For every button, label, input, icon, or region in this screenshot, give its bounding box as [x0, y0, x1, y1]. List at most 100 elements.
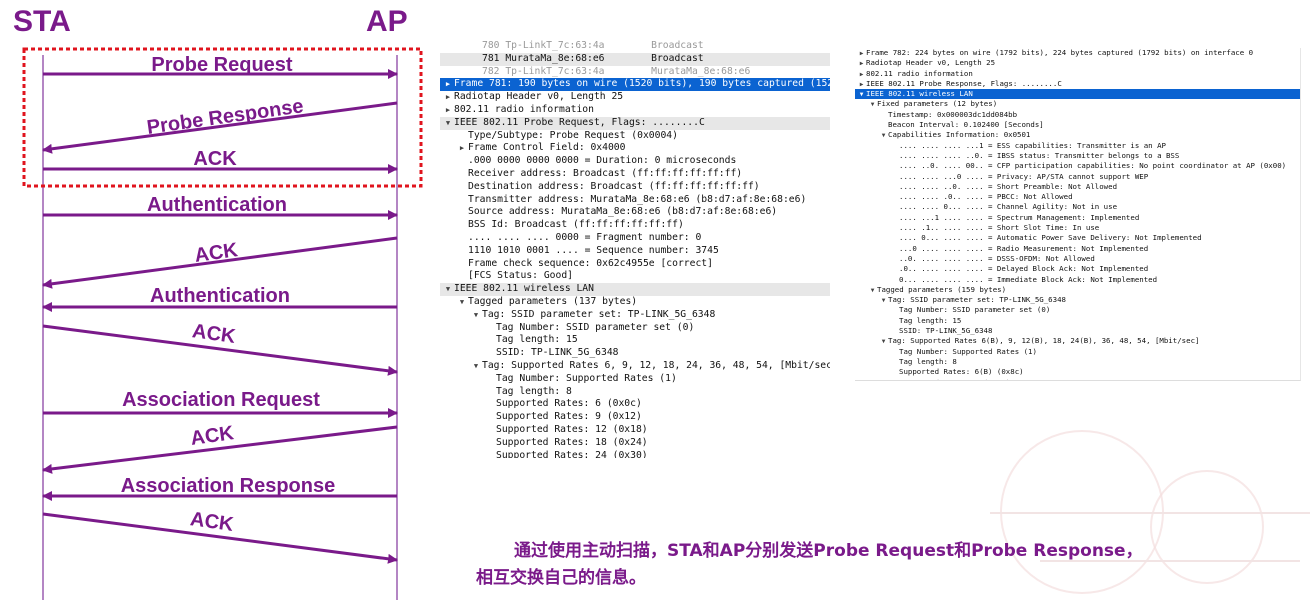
- expanded-arrow-icon[interactable]: ▼: [442, 283, 454, 296]
- tree-row[interactable]: Receiver address: Broadcast (ff:ff:ff:ff…: [440, 168, 830, 181]
- message-label: Association Request: [122, 389, 320, 411]
- message-label: ACK: [189, 422, 236, 450]
- tree-row[interactable]: Supported Rates: 9 (0x12): [440, 411, 830, 424]
- tree-row[interactable]: Type/Subtype: Probe Request (0x0004): [440, 130, 830, 143]
- tree-row[interactable]: 0... .... .... .... = Immediate Block Ac…: [855, 275, 1300, 285]
- tree-row[interactable]: .... .1.. .... .... = Short Slot Time: I…: [855, 223, 1300, 233]
- tree-row[interactable]: BSS Id: Broadcast (ff:ff:ff:ff:ff:ff): [440, 219, 830, 232]
- tree-row[interactable]: ▶ 802.11 radio information: [855, 69, 1300, 79]
- tree-row[interactable]: Transmitter address: MurataMa_8e:68:e6 (…: [440, 194, 830, 207]
- tree-row[interactable]: ▶ 802.11 radio information: [440, 104, 830, 117]
- tree-row-text: Supported Rates: 24 (0x30): [496, 449, 648, 459]
- tree-row[interactable]: Source address: MurataMa_8e:68:e6 (b8:d7…: [440, 206, 830, 219]
- tree-row[interactable]: Tag Number: Supported Rates (1): [440, 373, 830, 386]
- tree-row[interactable]: 782 Tp-LinkT_7c:63:4a MurataMa_8e:68:e6: [440, 66, 830, 79]
- tree-row[interactable]: .0.. .... .... .... = Delayed Block Ack:…: [855, 264, 1300, 274]
- tree-row[interactable]: ▼ IEEE 802.11 wireless LAN: [440, 283, 830, 296]
- tree-row[interactable]: ▼ Tagged parameters (137 bytes): [440, 296, 830, 309]
- tree-row[interactable]: Tag length: 15: [440, 334, 830, 347]
- ap-label: AP: [366, 5, 408, 38]
- tree-row[interactable]: SSID: TP-LINK_5G_6348: [440, 347, 830, 360]
- message-label: ACK: [191, 320, 238, 348]
- tree-row[interactable]: ▶ Frame 782: 224 bytes on wire (1792 bits…: [855, 48, 1300, 58]
- packet-details-probe-request[interactable]: 780 Tp-LinkT_7c:63:4a Broadcast 781 Murat…: [440, 40, 830, 458]
- tree-row[interactable]: Tag Number: Supported Rates (1): [855, 347, 1300, 357]
- tree-row[interactable]: Tag Number: SSID parameter set (0): [855, 305, 1300, 315]
- tree-row[interactable]: .... .... .... 0000 = Fragment number: 0: [440, 232, 830, 245]
- tree-row[interactable]: ▶ Radiotap Header v0, Length 25: [440, 91, 830, 104]
- caption-line-1: 通过使用主动扫描，STA和AP分别发送Probe Request和Probe R…: [514, 541, 1143, 561]
- tree-row[interactable]: ▼ Fixed parameters (12 bytes): [855, 99, 1300, 109]
- message-label: ACK: [193, 148, 237, 170]
- caption-line-2: 相互交换自己的信息。: [476, 568, 646, 588]
- tree-row[interactable]: ▶ Radiotap Header v0, Length 25: [855, 58, 1300, 68]
- tree-row[interactable]: Timestamp: 0x000003dc1dd084bb: [855, 110, 1300, 120]
- tree-row[interactable]: ▼ Tagged parameters (159 bytes): [855, 285, 1300, 295]
- tree-row[interactable]: .... .... .0.. .... = PBCC: Not Allowed: [855, 192, 1300, 202]
- tree-row[interactable]: Supported Rates: 6 (0x0c): [440, 398, 830, 411]
- tree-row[interactable]: ...0 .... .... .... = Radio Measurement:…: [855, 244, 1300, 254]
- collapsed-arrow-icon[interactable]: ▶: [456, 142, 468, 155]
- tree-row[interactable]: 780 Tp-LinkT_7c:63:4a Broadcast: [440, 40, 830, 53]
- packet-details-probe-response[interactable]: ▶ Frame 782: 224 bytes on wire (1792 bits…: [855, 48, 1301, 381]
- expanded-arrow-icon[interactable]: ▼: [470, 309, 482, 322]
- tree-row-text: 802.11 radio information: [454, 103, 594, 115]
- tree-row[interactable]: Tag length: 8: [855, 357, 1300, 367]
- tree-row-text: Supported Rates: 9 (0x12): [496, 411, 642, 423]
- tree-row[interactable]: Tag length: 8: [440, 386, 830, 399]
- tree-row[interactable]: ▼ Tag: Supported Rates 6, 9, 12, 18, 24, …: [440, 360, 830, 373]
- tree-row[interactable]: Destination address: Broadcast (ff:ff:ff…: [440, 181, 830, 194]
- tree-row-text: Supported Rates: 6(B) (0x8c): [899, 367, 1024, 377]
- tree-row-text: Tag Number: Supported Rates (1): [496, 372, 677, 384]
- tree-row-text: Type/Subtype: Probe Request (0x0004): [468, 129, 678, 141]
- tree-row[interactable]: ▶ IEEE 802.11 Probe Response, Flags: ....…: [855, 79, 1300, 89]
- tree-row[interactable]: Beacon Interval: 0.102400 [Seconds]: [855, 120, 1300, 130]
- caption-note: 通过使用主动扫描，STA和AP分别发送Probe Request和Probe R…: [476, 538, 1196, 592]
- tree-row[interactable]: 781 MurataMa_8e:68:e6 Broadcast: [440, 52, 830, 66]
- tree-row-text: ..0. .... .... .... = DSSS-OFDM: Not All…: [899, 253, 1095, 263]
- tree-row[interactable]: ▼ Tag: SSID parameter set: TP-LINK_5G_634…: [855, 295, 1300, 305]
- tree-row-text: .... .... ..0. .... = Short Preamble: No…: [899, 181, 1118, 191]
- tree-row[interactable]: ▼ Tag: SSID parameter set: TP-LINK_5G_634…: [440, 309, 830, 322]
- tree-row[interactable]: ▼ Tag: Supported Rates 6(B), 9, 12(B), 18…: [855, 336, 1300, 346]
- collapsed-arrow-icon[interactable]: ▶: [442, 104, 454, 117]
- message-label: ACK: [193, 239, 240, 267]
- tree-row[interactable]: Supported Rates: 6(B) (0x8c): [855, 367, 1300, 377]
- tree-row-text: Frame 782: 224 bytes on wire (1792 bits)…: [866, 48, 1254, 57]
- tree-row-text: .0.. .... .... .... = Delayed Block Ack:…: [899, 264, 1149, 274]
- tree-row[interactable]: .... .... ..0. .... = Short Preamble: No…: [855, 182, 1300, 192]
- tree-row[interactable]: [FCS Status: Good]: [440, 270, 830, 283]
- tree-row[interactable]: ▶ Frame Control Field: 0x4000: [440, 142, 830, 155]
- tree-row[interactable]: ▼ IEEE 802.11 Probe Request, Flags: .....…: [440, 116, 830, 130]
- tree-row[interactable]: Supported Rates: 12 (0x18): [440, 424, 830, 437]
- tree-row[interactable]: .... .... .... ..0. = IBSS status: Trans…: [855, 151, 1300, 161]
- tree-row[interactable]: .... ..0. .... 00.. = CFP participation …: [855, 161, 1300, 171]
- tree-row[interactable]: .... 0... .... .... = Automatic Power Sa…: [855, 233, 1300, 243]
- tree-row[interactable]: ▼ Capabilities Information: 0x0501: [855, 130, 1300, 140]
- collapsed-arrow-icon[interactable]: ▶: [442, 78, 454, 91]
- tree-row[interactable]: Tag Number: SSID parameter set (0): [440, 322, 830, 335]
- tree-row[interactable]: Supported Rates: 24 (0x30): [440, 450, 830, 459]
- expanded-arrow-icon[interactable]: ▼: [442, 117, 454, 130]
- tree-row[interactable]: .... ...1 .... .... = Spectrum Managemen…: [855, 213, 1300, 223]
- tree-row[interactable]: 1110 1010 0001 .... = Sequence number: 3…: [440, 245, 830, 258]
- tree-row-text: .... 0... .... .... = Automatic Power Sa…: [899, 233, 1202, 243]
- tree-row[interactable]: .... .... 0... .... = Channel Agility: N…: [855, 202, 1300, 212]
- tree-row-text: IEEE 802.11 Probe Response, Flags: .....…: [866, 78, 1062, 88]
- expanded-arrow-icon[interactable]: ▼: [456, 296, 468, 309]
- tree-row[interactable]: ▼ IEEE 802.11 wireless LAN: [855, 89, 1300, 100]
- tree-row[interactable]: Supported Rates: 18 (0x24): [440, 437, 830, 450]
- expanded-arrow-icon[interactable]: ▼: [470, 360, 482, 373]
- tree-row[interactable]: Frame check sequence: 0x62c4955e [correc…: [440, 258, 830, 271]
- tree-row[interactable]: .000 0000 0000 0000 = Duration: 0 micros…: [440, 155, 830, 168]
- tree-row[interactable]: Supported Rates: 9 (0x12): [855, 378, 1300, 381]
- message-label: Association Response: [121, 475, 336, 497]
- tree-row[interactable]: .... .... .... ...1 = ESS capabilities: …: [855, 141, 1300, 151]
- message-label: Probe Response: [145, 95, 304, 139]
- collapsed-arrow-icon[interactable]: ▶: [442, 91, 454, 104]
- tree-row[interactable]: ..0. .... .... .... = DSSS-OFDM: Not All…: [855, 254, 1300, 264]
- tree-row[interactable]: SSID: TP-LINK_5G_6348: [855, 326, 1300, 336]
- tree-row[interactable]: .... .... ...0 .... = Privacy: AP/STA ca…: [855, 172, 1300, 182]
- tree-row[interactable]: Tag length: 15: [855, 316, 1300, 326]
- tree-row[interactable]: ▶ Frame 781: 190 bytes on wire (1520 bits…: [440, 78, 830, 92]
